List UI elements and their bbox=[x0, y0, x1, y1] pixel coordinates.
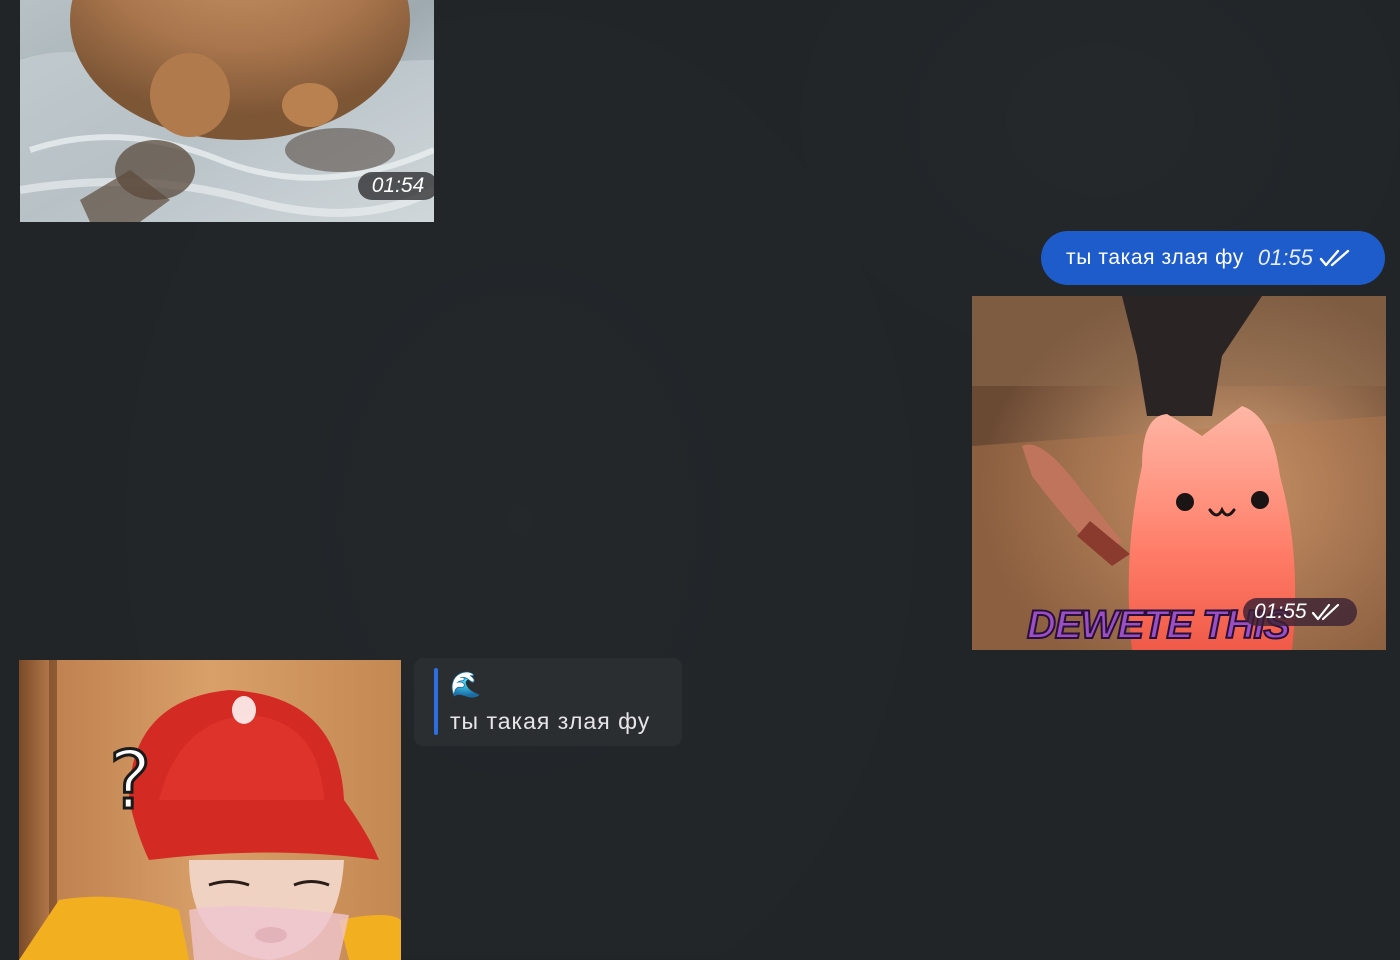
cat-knife-gif-message[interactable]: DEWETE THIS 01:55 bbox=[972, 296, 1386, 650]
reply-quote-card[interactable]: 🌊 ты такая злая фу bbox=[414, 658, 682, 746]
cat-knife-picture: DEWETE THIS bbox=[972, 296, 1386, 650]
outgoing-text-bubble[interactable]: ты такая злая фу 01:55 bbox=[1041, 231, 1385, 285]
time-label: 01:54 bbox=[371, 174, 425, 197]
message-text: ты такая злая фу bbox=[1066, 246, 1244, 269]
question-mark-overlay: ? bbox=[109, 734, 151, 827]
red-hat-person-image-message[interactable]: ? bbox=[19, 660, 401, 960]
image-timestamp: 01:54 bbox=[358, 172, 434, 200]
double-check-icon bbox=[1319, 248, 1351, 268]
red-hat-person-photo: ? bbox=[19, 660, 401, 960]
message-time: 01:55 bbox=[1257, 245, 1313, 270]
gif-timestamp: 01:55 bbox=[1243, 598, 1357, 626]
quoted-text: ты такая злая фу bbox=[450, 708, 651, 734]
wave-emoji: 🌊 bbox=[450, 671, 482, 699]
reply-accent-bar bbox=[434, 668, 438, 735]
capybara-image-message[interactable]: 01:54 bbox=[20, 0, 434, 222]
double-check-icon bbox=[1311, 603, 1339, 621]
time-label: 01:55 bbox=[1254, 600, 1307, 623]
